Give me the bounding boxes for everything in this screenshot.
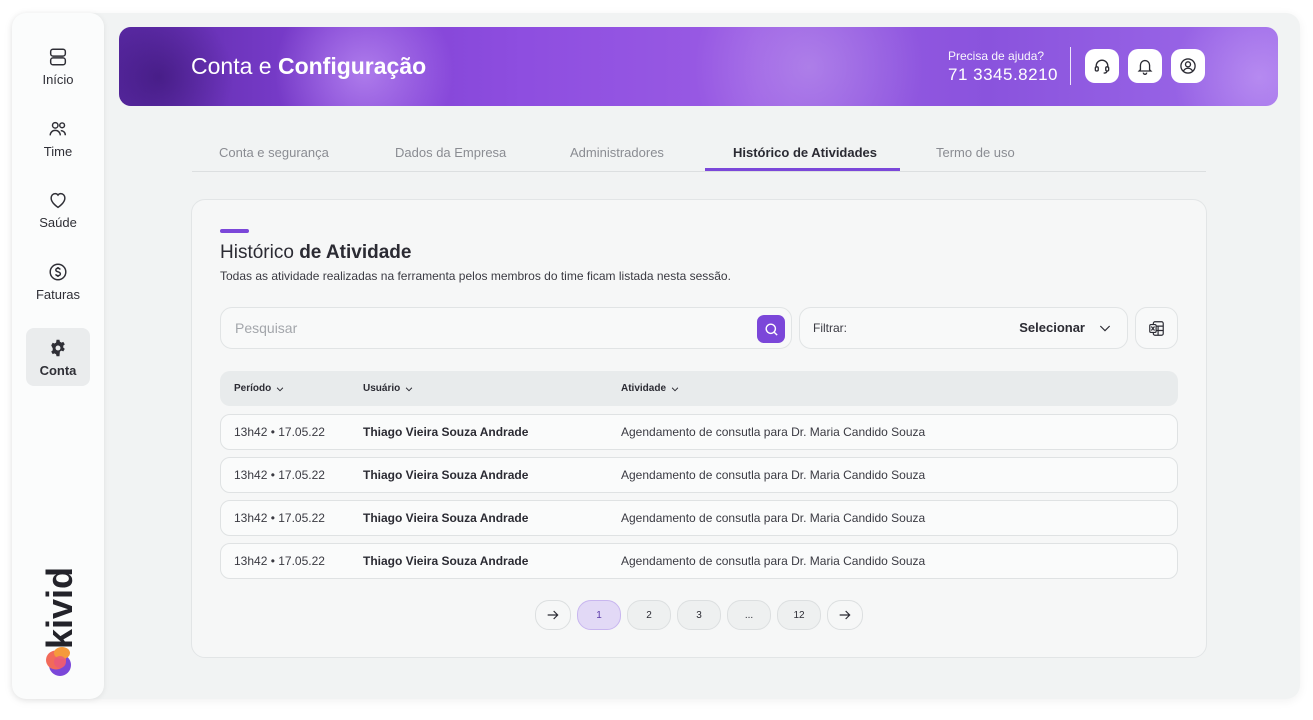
page-title-light: Conta e: [191, 53, 278, 79]
column-header-label: Período: [234, 383, 272, 394]
kivid-logo: kivid: [39, 551, 80, 676]
search-input[interactable]: [233, 316, 737, 340]
search-box: [220, 307, 792, 349]
section-title: Histórico de Atividade: [220, 242, 411, 264]
previous-page-button[interactable]: [535, 600, 571, 630]
table-row[interactable]: 13h42 • 17.05.22 Thiago Vieira Souza And…: [220, 543, 1178, 579]
cell-periodo: 13h42 • 17.05.22: [234, 511, 325, 525]
chevron-down-icon: [276, 386, 284, 391]
cell-usuario: Thiago Vieira Souza Andrade: [363, 554, 529, 568]
arrow-right-icon: [839, 610, 851, 620]
cell-usuario: Thiago Vieira Souza Andrade: [363, 511, 529, 525]
cell-periodo: 13h42 • 17.05.22: [234, 554, 325, 568]
page-button[interactable]: 2: [627, 600, 671, 630]
logo-text: kivid: [39, 566, 80, 650]
page-button[interactable]: 3: [677, 600, 721, 630]
tab-termo-uso[interactable]: Termo de uso: [936, 145, 1015, 160]
next-page-button[interactable]: [827, 600, 863, 630]
chevron-down-icon: [671, 386, 679, 391]
section-title-light: Histórico: [220, 242, 300, 263]
search-button[interactable]: [757, 315, 785, 343]
cell-atividade: Agendamento de consutla para Dr. Maria C…: [621, 554, 926, 568]
table-row[interactable]: 13h42 • 17.05.22 Thiago Vieira Souza And…: [220, 457, 1178, 493]
tab-historico-atividades[interactable]: Histórico de Atividades: [733, 145, 877, 160]
search-icon: [764, 322, 778, 336]
bell-icon: [1137, 59, 1153, 75]
headset-icon: [1094, 59, 1110, 74]
pagination: 1 2 3 ... 12: [192, 600, 1206, 630]
export-excel-button[interactable]: [1135, 307, 1178, 349]
column-header-label: Usuário: [363, 383, 401, 394]
team-icon: [49, 121, 67, 135]
home-icon: [49, 47, 67, 66]
header-banner: Conta e Configuração Precisa de ajuda? 7…: [119, 27, 1278, 106]
support-button[interactable]: [1085, 49, 1119, 83]
arrow-right-icon: [547, 610, 559, 620]
tab-dados-empresa[interactable]: Dados da Empresa: [395, 145, 506, 160]
notifications-button[interactable]: [1128, 49, 1162, 83]
sidebar-item-label: Saúde: [39, 214, 77, 230]
section-title-bold: de Atividade: [299, 242, 412, 263]
help-question: Precisa de ajuda?: [948, 49, 1045, 63]
table-header: Período Usuário Atividade: [220, 371, 1178, 406]
column-header-atividade[interactable]: Atividade: [621, 383, 680, 394]
app-window: Início Time Saúde Faturas Conta kivid Co…: [12, 13, 1300, 699]
filter-label: Filtrar:: [813, 321, 847, 335]
tab-bar: Conta e segurança Dados da Empresa Admin…: [192, 131, 1206, 172]
page-button[interactable]: 1: [577, 600, 621, 630]
sidebar-item-label: Faturas: [35, 286, 81, 302]
column-header-label: Atividade: [621, 383, 667, 394]
sidebar-item-label: Time: [43, 143, 73, 159]
heart-icon: [50, 192, 66, 208]
active-tab-indicator: [705, 168, 900, 171]
help-contact: Precisa de ajuda? 71 3345.8210: [948, 49, 1058, 85]
chevron-down-icon: [405, 386, 413, 391]
cell-periodo: 13h42 • 17.05.22: [234, 468, 325, 482]
dollar-icon: [49, 262, 67, 281]
accent-bar: [220, 229, 249, 233]
page-title: Conta e Configuração: [191, 53, 426, 80]
sidebar: Início Time Saúde Faturas Conta kivid: [12, 13, 104, 699]
sidebar-item-faturas[interactable]: Faturas: [26, 252, 90, 310]
logo-mark-icon: [46, 647, 71, 676]
sidebar-item-label: Início: [42, 71, 74, 87]
user-icon: [1180, 58, 1196, 74]
cell-atividade: Agendamento de consutla para Dr. Maria C…: [621, 511, 926, 525]
page-title-bold: Configuração: [277, 53, 427, 79]
sidebar-item-saude[interactable]: Saúde: [26, 180, 90, 238]
table-row[interactable]: 13h42 • 17.05.22 Thiago Vieira Souza And…: [220, 414, 1178, 450]
column-header-periodo[interactable]: Período: [234, 383, 285, 394]
table-row[interactable]: 13h42 • 17.05.22 Thiago Vieira Souza And…: [220, 500, 1178, 536]
cell-atividade: Agendamento de consutla para Dr. Maria C…: [621, 425, 926, 439]
cell-periodo: 13h42 • 17.05.22: [234, 425, 325, 439]
page-ellipsis[interactable]: ...: [727, 600, 771, 630]
chevron-down-icon: [1099, 325, 1111, 332]
profile-button[interactable]: [1171, 49, 1205, 83]
cell-usuario: Thiago Vieira Souza Andrade: [363, 468, 529, 482]
cell-usuario: Thiago Vieira Souza Andrade: [363, 425, 529, 439]
filter-value: Selecionar: [1019, 320, 1085, 335]
tab-administradores[interactable]: Administradores: [570, 145, 664, 160]
help-phone[interactable]: 71 3345.8210: [948, 65, 1058, 85]
sidebar-item-time[interactable]: Time: [26, 109, 90, 167]
gear-icon: [51, 339, 65, 356]
column-header-usuario[interactable]: Usuário: [363, 383, 414, 394]
header-divider: [1070, 47, 1071, 85]
tab-conta-seguranca[interactable]: Conta e segurança: [219, 145, 329, 160]
section-subtitle: Todas as atividade realizadas na ferrame…: [220, 269, 731, 283]
page-button[interactable]: 12: [777, 600, 821, 630]
filter-dropdown[interactable]: Filtrar: Selecionar: [799, 307, 1128, 349]
activity-card: Histórico de Atividade Todas as atividad…: [191, 199, 1207, 658]
sidebar-item-conta[interactable]: Conta: [26, 328, 90, 386]
sidebar-item-inicio[interactable]: Início: [26, 37, 90, 95]
excel-icon: [1149, 320, 1164, 336]
sidebar-item-label: Conta: [39, 362, 77, 378]
cell-atividade: Agendamento de consutla para Dr. Maria C…: [621, 468, 926, 482]
